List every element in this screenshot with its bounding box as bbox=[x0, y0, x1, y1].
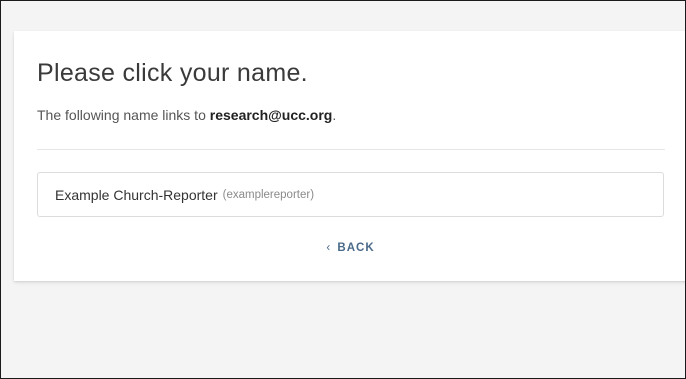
email-address: research@ucc.org bbox=[209, 107, 333, 123]
name-selection-card: Please click your name. The following na… bbox=[14, 31, 685, 281]
divider bbox=[37, 149, 665, 150]
chevron-left-icon: ‹ bbox=[326, 242, 332, 254]
full-name: Example Church-Reporter bbox=[55, 186, 218, 203]
back-link[interactable]: ‹ BACK bbox=[14, 242, 685, 254]
page-title: Please click your name. bbox=[37, 59, 308, 87]
subtitle: The following name links to research@ucc… bbox=[37, 107, 336, 123]
page-frame: Please click your name. The following na… bbox=[0, 0, 686, 379]
username: (examplereporter) bbox=[222, 188, 315, 201]
subtitle-period: . bbox=[332, 107, 337, 123]
subtitle-text: The following name links to bbox=[37, 107, 210, 123]
name-link-button[interactable]: Example Church-Reporter (examplereporter… bbox=[37, 172, 664, 217]
back-label: BACK bbox=[337, 242, 375, 254]
